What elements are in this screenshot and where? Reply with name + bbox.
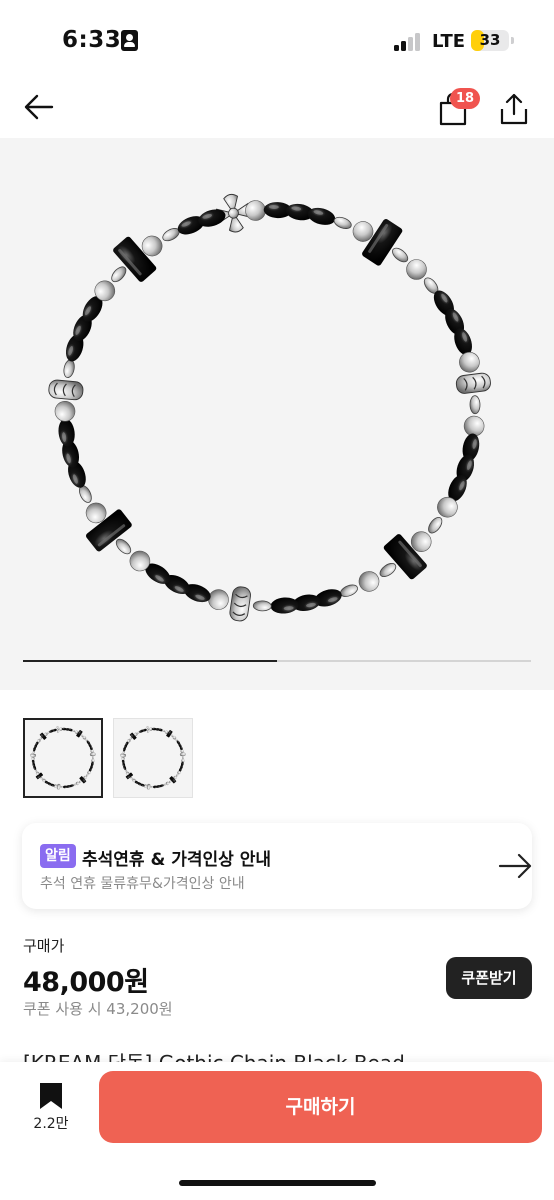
bracelet-bead — [469, 395, 481, 415]
bag-count-badge: 18 — [450, 88, 481, 109]
bracelet-bead — [30, 753, 36, 757]
signal-bar — [394, 45, 399, 51]
notice-subtitle: 추석 연휴 물류휴무&가격인상 안내 — [40, 876, 245, 892]
bracelet-bead — [92, 755, 94, 760]
bottom-action-bar: 2.2만 구매하기 — [0, 1062, 554, 1200]
bracelet-bead — [455, 372, 491, 394]
bracelet-bead — [111, 266, 127, 283]
bracelet-bead — [182, 755, 184, 760]
bracelet-bead — [150, 786, 154, 788]
buy-button[interactable]: 구매하기 — [99, 1071, 542, 1143]
notice-tag: 알림 — [40, 844, 76, 868]
bracelet-bead — [31, 756, 35, 761]
bracelet-bead — [72, 729, 76, 732]
notice-card[interactable]: 알림 추석연휴 & 가격인상 안내 추석 연휴 물류휴무&가격인상 안내 — [22, 823, 532, 909]
product-image-gallery[interactable] — [0, 138, 554, 690]
bracelet-bead — [120, 753, 126, 757]
status-bar: 6:33 LTE 33 — [0, 0, 554, 80]
bookmark-count: 2.2만 — [33, 1116, 69, 1132]
battery-icon: 33 — [471, 30, 509, 51]
bracelet-bead — [54, 400, 76, 422]
bracelet-bead — [270, 597, 299, 614]
bracelet-bead — [179, 752, 186, 757]
thumbnail-strip — [23, 718, 543, 800]
bracelet-bead — [379, 563, 397, 577]
status-time: 6:33 — [62, 27, 122, 53]
bracelet-bead — [252, 600, 272, 612]
bracelet-bead — [89, 752, 96, 757]
bookmark-icon[interactable] — [39, 1082, 63, 1110]
signal-bar — [408, 37, 413, 51]
thumbnail-1[interactable] — [23, 718, 103, 798]
signal-bar — [415, 33, 420, 51]
product-title: [KREAM 단독] Gothic Chain Black Bead — [23, 1046, 533, 1062]
bracelet-bead — [56, 783, 61, 790]
gallery-progress-fill — [23, 660, 277, 662]
share-button[interactable] — [494, 88, 534, 128]
network-type: LTE — [432, 31, 466, 52]
bracelet-image — [48, 193, 491, 622]
price-value: 48,000원 — [23, 967, 149, 998]
battery-cap — [511, 37, 514, 44]
bracelet-bead — [63, 359, 75, 378]
bracelet-bead — [48, 379, 84, 401]
price-label: 구매가 — [23, 937, 65, 955]
bracelet-bead — [146, 783, 151, 790]
bracelet-thumbnail-image — [120, 726, 186, 790]
coupon-price: 쿠폰 사용 시 43,200원 — [23, 1000, 173, 1018]
signal-bar — [401, 41, 406, 51]
get-coupon-button[interactable]: 쿠폰받기 — [446, 957, 532, 999]
bracelet-bead — [392, 247, 409, 263]
bracelet-bead — [428, 516, 443, 534]
back-button[interactable] — [20, 88, 60, 128]
bracelet-bead — [121, 756, 125, 761]
thumbnail-2[interactable] — [113, 718, 193, 798]
arrow-right-icon — [498, 853, 532, 879]
bracelet-bead — [358, 571, 380, 592]
battery-level: 33 — [479, 31, 501, 49]
home-indicator — [179, 1180, 376, 1186]
bracelet-bead — [229, 586, 251, 622]
bracelet-bead — [340, 584, 358, 597]
share-icon — [500, 93, 528, 125]
bracelet-bead — [60, 786, 64, 788]
bracelet-bead — [115, 538, 132, 555]
bracelet-thumbnail-image — [30, 726, 96, 790]
notice-title: 추석연휴 & 가격인상 안내 — [82, 850, 271, 870]
signal-strength-icon — [394, 33, 422, 51]
arrow-left-icon — [24, 94, 54, 120]
bracelet-bead — [162, 729, 166, 732]
bracelet-bead — [459, 351, 480, 373]
person-badge-icon — [121, 30, 138, 51]
bracelet-bead — [333, 216, 352, 229]
bracelet-bead — [208, 589, 229, 610]
gallery-progress-track — [23, 660, 531, 662]
